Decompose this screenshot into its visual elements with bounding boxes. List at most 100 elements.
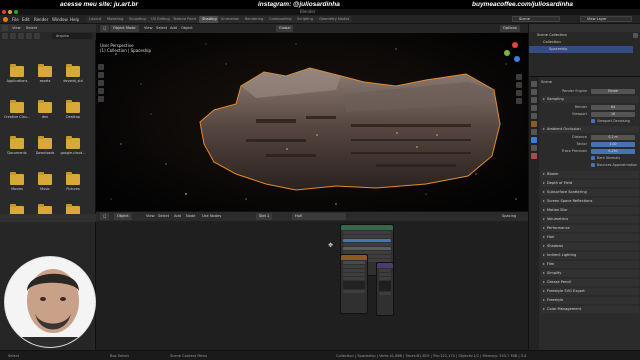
ne-menu-node[interactable]: Node	[186, 214, 195, 218]
outliner-spaceship[interactable]: Spaceship	[529, 46, 633, 53]
folder-item[interactable]	[32, 204, 58, 217]
gizmo-x-axis-icon[interactable]	[512, 42, 518, 48]
menu-render[interactable]: Render	[34, 17, 48, 22]
folder-item[interactable]	[60, 204, 86, 217]
gizmo-y-axis-icon[interactable]	[504, 50, 510, 56]
editor-type-icon[interactable]	[2, 25, 8, 31]
tab-rendering[interactable]: Rendering	[242, 16, 267, 23]
pan-hand-icon[interactable]	[516, 82, 522, 88]
ao-distance-field[interactable]: 0.2 m	[591, 134, 635, 140]
section-grease-pencil[interactable]: Grease Pencil	[541, 279, 639, 286]
rotate-tool-icon[interactable]	[98, 88, 104, 94]
view-layer-tab-icon[interactable]	[531, 105, 537, 111]
world-tab-icon[interactable]	[531, 121, 537, 127]
material-tab-icon[interactable]	[531, 153, 537, 159]
forward-icon[interactable]	[10, 33, 16, 39]
render-engine-dropdown[interactable]: Eevee	[591, 88, 635, 94]
section-screen-space-reflections[interactable]: Screen Space Reflections	[541, 198, 639, 205]
blender-logo-icon[interactable]	[3, 17, 8, 22]
new-folder-icon[interactable]	[34, 33, 40, 39]
viewport-denoise-checkbox[interactable]	[591, 119, 595, 123]
object-tab-icon[interactable]	[531, 129, 537, 135]
folder-item[interactable]: assets	[32, 64, 58, 94]
scene-tab-icon[interactable]	[531, 113, 537, 119]
folder-item[interactable]: Applications	[4, 64, 30, 94]
object-mode-dropdown[interactable]: Object Mode	[110, 25, 139, 32]
gizmo-z-axis-icon[interactable]	[514, 56, 520, 62]
zoom-icon[interactable]	[516, 74, 522, 80]
tab-geometry-nodes[interactable]: Geometry Nodes	[316, 16, 353, 23]
tab-compositing[interactable]: Compositing	[266, 16, 295, 23]
vp-menu-view[interactable]: View	[144, 26, 153, 30]
back-icon[interactable]	[2, 33, 8, 39]
section-depth-of-field[interactable]: Depth of Field	[541, 180, 639, 187]
ao-factor-slider[interactable]: 1.00	[591, 141, 635, 147]
bounces-approx-checkbox[interactable]	[591, 163, 595, 167]
viewport-samples-field[interactable]: 16	[591, 111, 635, 117]
section-sampling[interactable]: Sampling	[541, 96, 639, 103]
ao-precision-slider[interactable]: 0.250	[591, 148, 635, 154]
section-performance[interactable]: Performance	[541, 225, 639, 232]
ne-menu-select[interactable]: Select	[158, 214, 169, 218]
mix-node[interactable]	[376, 262, 394, 316]
perspective-toggle-icon[interactable]	[516, 98, 522, 104]
scale-tool-icon[interactable]	[98, 96, 104, 102]
editor-type-icon[interactable]: ▢	[100, 213, 110, 220]
tab-animation[interactable]: Animation	[218, 16, 243, 23]
folder-item[interactable]: Downloads	[32, 136, 58, 166]
tab-scripting[interactable]: Scripting	[294, 16, 316, 23]
output-tab-icon[interactable]	[531, 97, 537, 103]
tab-shading[interactable]: Shading	[199, 16, 220, 23]
filter-icon[interactable]	[633, 33, 638, 38]
use-nodes-checkbox[interactable]: Use Nodes	[202, 214, 221, 218]
tab-sculpting[interactable]: Sculpting	[126, 16, 149, 23]
fb-menu-view[interactable]: View	[12, 26, 21, 30]
folder-item[interactable]: Documents	[4, 136, 30, 166]
camera-view-icon[interactable]	[516, 90, 522, 96]
tab-texture-paint[interactable]: Texture Paint	[170, 16, 200, 23]
section-film[interactable]: Film	[541, 261, 639, 268]
vp-menu-select[interactable]: Select	[156, 26, 167, 30]
folder-item[interactable]: Movies	[4, 172, 30, 202]
menu-file[interactable]: File	[12, 17, 19, 22]
folder-item[interactable]	[4, 204, 30, 217]
bent-normals-checkbox[interactable]	[591, 156, 595, 160]
minimize-window-icon[interactable]	[8, 10, 12, 14]
section-ambient-occlusion[interactable]: Ambient Occlusion	[541, 126, 639, 133]
outliner-scene-collection[interactable]: Scene Collection	[529, 32, 633, 39]
ne-menu-view[interactable]: View	[146, 214, 155, 218]
shader-type-dropdown[interactable]: Object	[114, 213, 132, 220]
section-motion-blur[interactable]: Motion Blur	[541, 207, 639, 214]
maximize-window-icon[interactable]	[14, 10, 18, 14]
cursor-tool-icon[interactable]	[98, 72, 104, 78]
section-indirect-lighting[interactable]: Indirect Lighting	[541, 252, 639, 259]
menu-edit[interactable]: Edit	[22, 17, 30, 22]
vp-menu-object[interactable]: Object	[181, 26, 193, 30]
modifier-tab-icon[interactable]	[531, 137, 537, 143]
tab-layout[interactable]: Layout	[86, 16, 105, 23]
transform-orientation-dropdown[interactable]: Global	[276, 25, 294, 32]
ne-menu-add[interactable]: Add	[174, 214, 181, 218]
folder-item[interactable]: google-cloud...	[60, 136, 86, 166]
section-color-management[interactable]: Color Management	[541, 306, 639, 313]
menu-window[interactable]: Window	[52, 17, 68, 22]
folder-item[interactable]: Pictures	[60, 172, 86, 202]
fb-menu-select[interactable]: Select	[26, 26, 37, 30]
section-volumetrics[interactable]: Volumetrics	[541, 216, 639, 223]
scene-selector[interactable]: Scene	[512, 16, 560, 22]
options-dropdown[interactable]: Options	[500, 25, 520, 32]
view-layer-selector[interactable]: View Layer	[580, 16, 632, 22]
select-tool-icon[interactable]	[98, 64, 104, 70]
material-name-field[interactable]: Hull	[292, 213, 346, 220]
3d-viewport[interactable]: ▢ Object Mode View Select Add Object Glo…	[96, 24, 528, 212]
menu-help[interactable]: Help	[70, 17, 79, 22]
section-subsurface-scattering[interactable]: Subsurface Scattering	[541, 189, 639, 196]
outliner-collection[interactable]: Collection	[529, 39, 633, 46]
move-tool-icon[interactable]	[98, 80, 104, 86]
folder-item[interactable]: Music	[32, 172, 58, 202]
spaceship-object[interactable]	[199, 67, 501, 191]
section-shadows[interactable]: Shadows	[541, 243, 639, 250]
material-slot-dropdown[interactable]: Slot 1	[256, 213, 273, 220]
editor-type-icon[interactable]: ▢	[100, 25, 110, 32]
section-simplify[interactable]: Simplify	[541, 270, 639, 277]
